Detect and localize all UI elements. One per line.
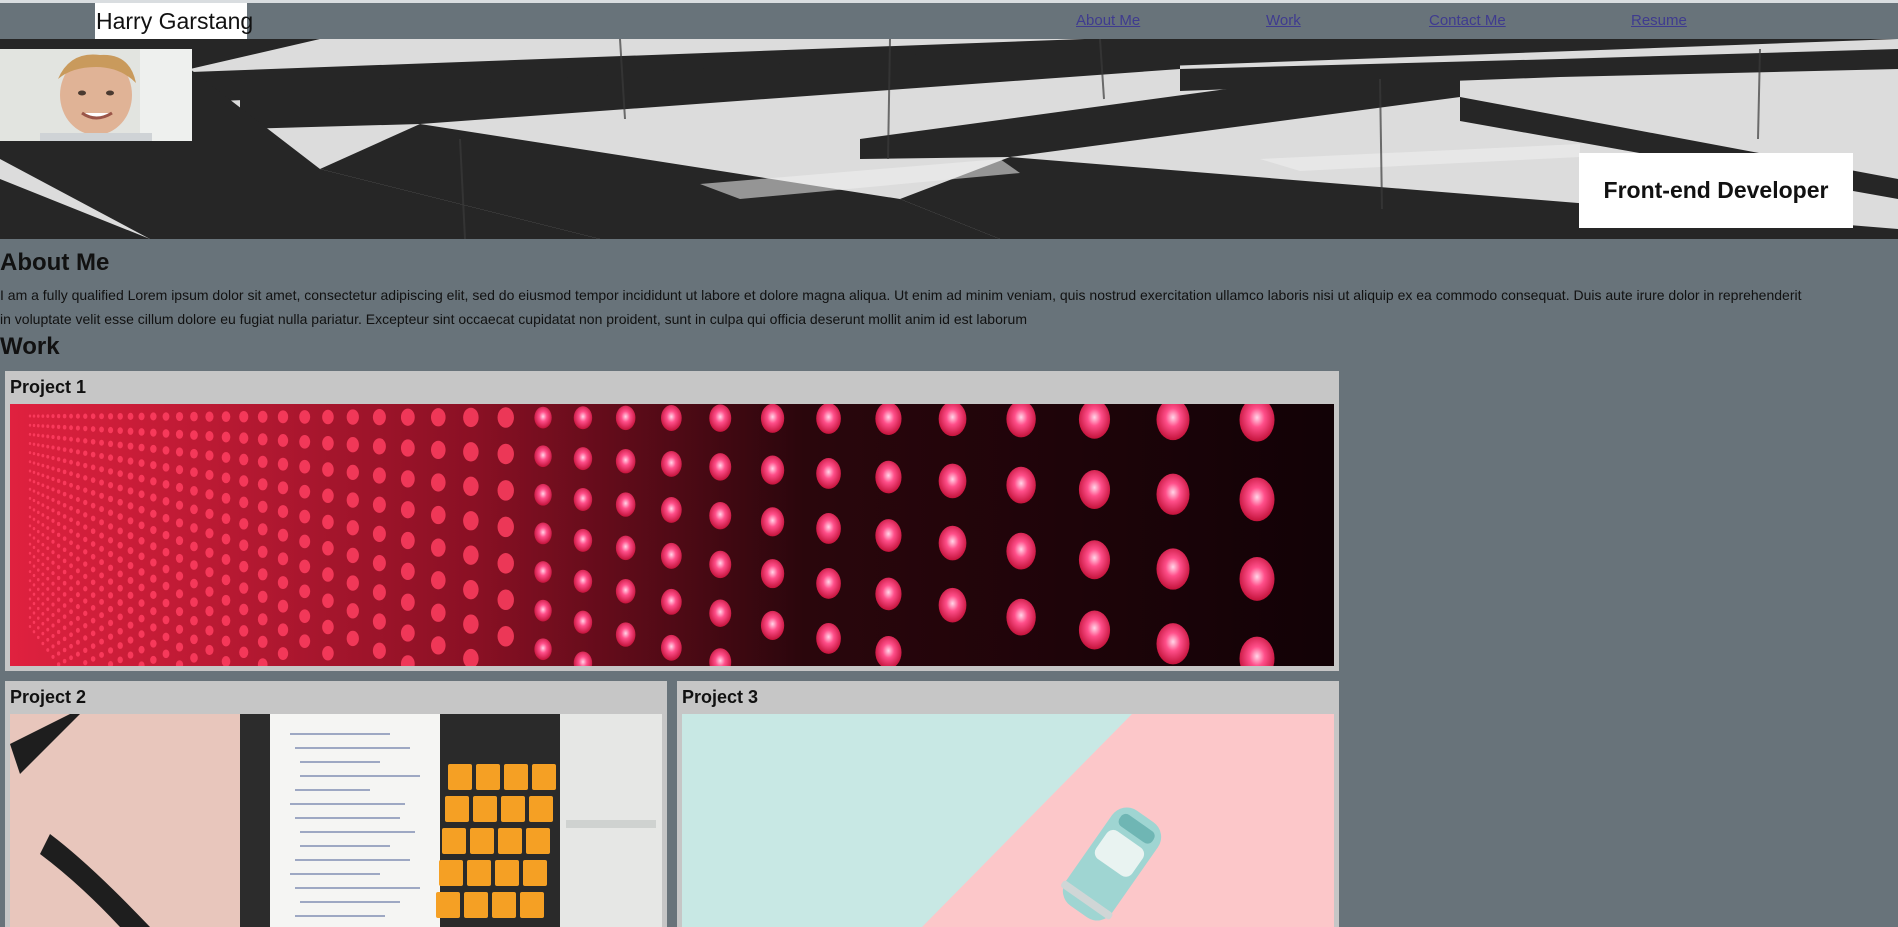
- nav-link-about[interactable]: About Me: [1076, 12, 1140, 29]
- nav-link-work[interactable]: Work: [1266, 12, 1301, 29]
- about-line: in voluptate velit esse cillum dolore eu…: [0, 311, 1027, 327]
- nav-link-contact[interactable]: Contact Me: [1429, 12, 1506, 29]
- project-3-image[interactable]: [682, 714, 1334, 927]
- about-line: I am a fully qualified Lorem ipsum dolor…: [0, 287, 1802, 303]
- nav-link-resume[interactable]: Resume: [1631, 12, 1687, 29]
- project-1-image[interactable]: [10, 404, 1334, 666]
- site-brand[interactable]: Harry Garstang: [95, 3, 253, 39]
- project-card-3[interactable]: Project 3: [677, 681, 1339, 927]
- profile-photo: [0, 49, 192, 141]
- project-title: Project 3: [682, 687, 759, 707]
- project-title: Project 2: [10, 687, 87, 707]
- project-title: Project 1: [10, 377, 87, 397]
- job-title-badge: Front-end Developer: [1579, 153, 1853, 228]
- work-heading: Work: [0, 333, 60, 360]
- project-2-image[interactable]: [10, 714, 662, 927]
- about-heading: About Me: [0, 249, 110, 276]
- hero-banner: Front-end Developer: [0, 39, 1898, 239]
- project-card-2[interactable]: Project 2: [5, 681, 667, 927]
- project-card-1[interactable]: Project 1: [5, 371, 1339, 671]
- about-text: I am a fully qualified Lorem ipsum dolor…: [0, 283, 1898, 331]
- top-nav: Harry Garstang About Me Work Contact Me …: [0, 0, 1898, 39]
